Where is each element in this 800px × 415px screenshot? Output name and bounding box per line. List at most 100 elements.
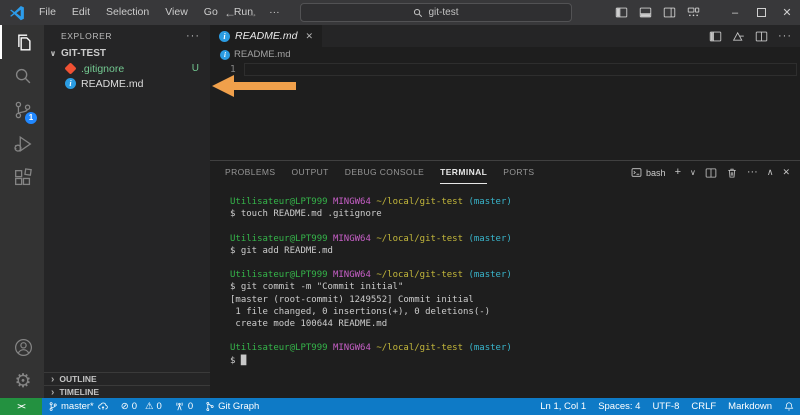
account-button[interactable]: [0, 330, 44, 364]
gear-icon: ⚙: [14, 372, 31, 391]
title-bar: FileEditSelectionViewGoRun··· ← → git-te…: [0, 0, 800, 25]
chevron-down-icon[interactable]: ∨: [690, 167, 696, 178]
activity-run-debug[interactable]: [0, 127, 44, 161]
panel-tab-output[interactable]: OUTPUT: [291, 161, 328, 184]
tab-label: README.md: [235, 30, 297, 42]
split-terminal-icon[interactable]: [705, 167, 717, 179]
terminal-text: $ git commit -m "Commit initial": [230, 282, 403, 292]
maximize-button[interactable]: [748, 0, 774, 25]
terminal-line: create mode 100644 README.md: [230, 318, 800, 330]
terminal-session-picker[interactable]: bash: [631, 167, 666, 178]
terminal-line: 1 file changed, 0 insertions(+), 0 delet…: [230, 306, 800, 318]
window-controls: – ✕: [615, 0, 800, 25]
terminal-text: $ git add README.md: [230, 246, 333, 256]
minimize-button[interactable]: –: [722, 0, 748, 25]
error-count: 0: [132, 401, 137, 412]
split-editor-icon[interactable]: [755, 30, 768, 43]
encoding-setting[interactable]: UTF-8: [646, 398, 685, 415]
terminal-output[interactable]: Utilisateur@LPT999 MINGW64 ~/local/git-t…: [210, 184, 800, 398]
maximize-panel-icon[interactable]: ∧: [767, 167, 774, 178]
activity-extensions[interactable]: [0, 161, 44, 195]
status-bar: >< master* ⊘ 0 ⚠ 0 0 Git Graph Ln 1, Col…: [0, 398, 800, 415]
notifications-button[interactable]: [778, 398, 800, 415]
settings-button[interactable]: ⚙: [0, 364, 44, 398]
warning-icon: ⚠: [145, 401, 154, 412]
terminal-line: [230, 257, 800, 269]
panel-tab-ports[interactable]: PORTS: [503, 161, 534, 184]
section-label: OUTLINE: [59, 374, 96, 384]
forward-arrow-icon[interactable]: →: [246, 6, 258, 20]
file-item-gitignore[interactable]: .gitignoreU: [44, 61, 210, 76]
markdown-preview-icon[interactable]: [709, 30, 722, 43]
menu-more[interactable]: ···: [261, 6, 288, 18]
more-actions-icon[interactable]: ···: [778, 30, 792, 42]
menu-view[interactable]: View: [157, 6, 196, 18]
back-arrow-icon[interactable]: ←: [224, 6, 236, 20]
panel-tab-problems[interactable]: PROBLEMS: [225, 161, 275, 184]
git-branch-status[interactable]: master*: [42, 398, 115, 415]
close-tab-icon[interactable]: ✕: [305, 31, 313, 42]
editor-group: i README.md ✕ ··· i README.md 1: [210, 25, 800, 398]
chevron-right-icon: ›: [51, 374, 54, 385]
new-terminal-icon[interactable]: +: [675, 167, 681, 178]
toggle-primary-sidebar-icon[interactable]: [615, 6, 628, 19]
main-area: 1 ⚙ EXPLORER ··· ∨ GIT-TEST: [0, 25, 800, 398]
toggle-secondary-sidebar-icon[interactable]: [663, 6, 676, 19]
terminal-text: 1 file changed, 0 insertions(+), 0 delet…: [230, 307, 490, 317]
more-actions-icon[interactable]: ···: [747, 167, 758, 178]
terminal-text: ~/local/git-test: [376, 197, 463, 207]
breadcrumb-item: README.md: [234, 49, 290, 60]
markdown-info-icon: i: [219, 31, 230, 42]
shell-label: bash: [646, 168, 666, 178]
extensions-icon: [12, 167, 34, 189]
more-actions-icon[interactable]: ···: [186, 30, 200, 42]
panel-tab-debug-console[interactable]: DEBUG CONSOLE: [345, 161, 424, 184]
indentation-setting[interactable]: Spaces: 4: [592, 398, 646, 415]
panel-tab-terminal[interactable]: TERMINAL: [440, 161, 487, 184]
menu-edit[interactable]: Edit: [64, 6, 98, 18]
kill-terminal-trash-icon[interactable]: [726, 167, 738, 179]
menu-file[interactable]: File: [31, 6, 64, 18]
language-mode[interactable]: Markdown: [722, 398, 778, 415]
customize-layout-icon[interactable]: [687, 6, 700, 19]
git-graph-button[interactable]: Git Graph: [199, 398, 265, 415]
language-label: Markdown: [728, 401, 772, 412]
ports-status[interactable]: 0: [168, 398, 199, 415]
remote-icon: ><: [17, 402, 24, 411]
nav-arrows: ← →: [224, 0, 258, 25]
activity-explorer[interactable]: [0, 25, 44, 59]
open-preview-side-icon[interactable]: [732, 30, 745, 43]
scm-pending-badge: 1: [25, 112, 37, 124]
toggle-panel-icon[interactable]: [639, 6, 652, 19]
terminal-line: Utilisateur@LPT999 MINGW64 ~/local/git-t…: [230, 342, 800, 354]
file-name: .gitignore: [81, 63, 124, 75]
folder-git-test[interactable]: ∨ GIT-TEST: [44, 46, 210, 61]
breadcrumb[interactable]: i README.md: [210, 47, 800, 62]
warning-count: 0: [157, 401, 162, 412]
file-list: .gitignoreUiREADME.md: [44, 61, 210, 91]
command-center-text: git-test: [428, 7, 458, 18]
terminal-text: [master (root-commit) 1249552] Commit in…: [230, 295, 474, 305]
problems-status[interactable]: ⊘ 0 ⚠ 0: [115, 398, 168, 415]
editor-content[interactable]: 1: [210, 62, 800, 160]
menu-selection[interactable]: Selection: [98, 6, 157, 18]
close-panel-icon[interactable]: ✕: [782, 167, 790, 178]
section-outline[interactable]: › OUTLINE: [44, 372, 210, 385]
section-timeline[interactable]: ›TIMELINE: [44, 385, 210, 398]
cursor-position[interactable]: Ln 1, Col 1: [534, 398, 592, 415]
activity-search[interactable]: [0, 59, 44, 93]
activity-source-control[interactable]: 1: [0, 93, 44, 127]
menu-go[interactable]: Go: [196, 6, 226, 18]
maximize-icon: [757, 8, 766, 17]
vscode-logo-icon: [9, 5, 25, 21]
remote-indicator[interactable]: ><: [0, 398, 42, 415]
terminal-text: ~/local/git-test: [376, 234, 463, 244]
encoding-label: UTF-8: [652, 401, 679, 412]
tab-readme[interactable]: i README.md ✕: [210, 25, 322, 47]
command-center-search[interactable]: git-test: [300, 3, 572, 22]
terminal-line: [230, 220, 800, 232]
file-item-readmemd[interactable]: iREADME.md: [44, 76, 210, 91]
close-window-button[interactable]: ✕: [774, 0, 800, 25]
eol-setting[interactable]: CRLF: [685, 398, 722, 415]
terminal-line: Utilisateur@LPT999 MINGW64 ~/local/git-t…: [230, 233, 800, 245]
